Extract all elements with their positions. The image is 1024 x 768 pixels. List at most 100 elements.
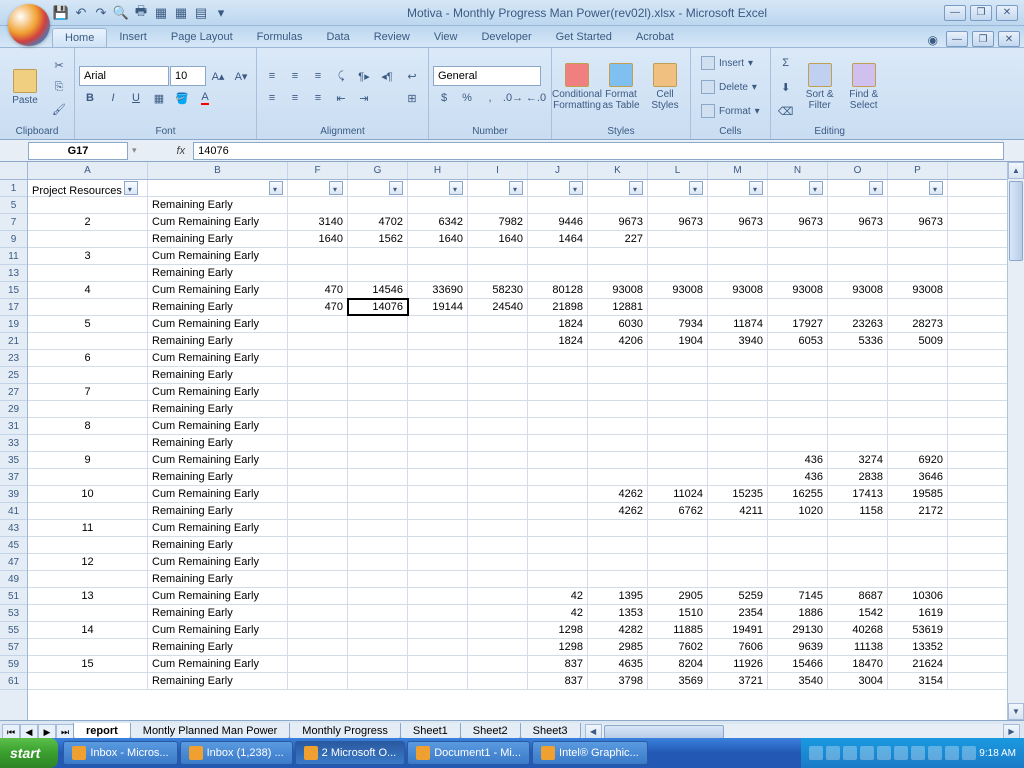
cell[interactable] <box>348 248 408 264</box>
name-box[interactable] <box>28 142 128 160</box>
cell[interactable] <box>768 520 828 536</box>
align-right-icon[interactable]: ≡ <box>307 88 329 108</box>
cell[interactable]: 1020 <box>768 503 828 519</box>
font-size-input[interactable] <box>170 66 206 86</box>
cell[interactable]: Remaining Early <box>148 605 288 621</box>
format-as-table-button[interactable]: Format as Table <box>600 59 642 115</box>
scroll-up-button[interactable]: ▲ <box>1008 162 1024 179</box>
filter-dropdown-icon[interactable] <box>124 181 138 195</box>
cell[interactable]: 1562 <box>348 231 408 247</box>
cell[interactable]: 5336 <box>828 333 888 349</box>
cell[interactable] <box>288 622 348 638</box>
cell[interactable] <box>648 435 708 451</box>
cell[interactable] <box>768 571 828 587</box>
cell[interactable] <box>408 248 468 264</box>
italic-button[interactable]: I <box>102 88 124 108</box>
cell[interactable] <box>348 452 408 468</box>
cell[interactable] <box>648 248 708 264</box>
vertical-scrollbar[interactable]: ▲ ▼ <box>1007 162 1024 720</box>
cell[interactable] <box>348 265 408 281</box>
cell[interactable] <box>888 401 948 417</box>
cell[interactable]: 1640 <box>468 231 528 247</box>
cell[interactable] <box>588 265 648 281</box>
cell[interactable] <box>828 350 888 366</box>
cell[interactable]: Cum Remaining Early <box>148 384 288 400</box>
cell[interactable] <box>768 401 828 417</box>
cell[interactable]: Cum Remaining Early <box>148 316 288 332</box>
cell[interactable] <box>468 622 528 638</box>
cell[interactable] <box>708 452 768 468</box>
cell[interactable] <box>408 537 468 553</box>
cell[interactable]: 11926 <box>708 656 768 672</box>
cell[interactable]: 1298 <box>528 639 588 655</box>
tray-icon[interactable] <box>860 746 874 760</box>
cell[interactable] <box>288 673 348 689</box>
tray-icon[interactable] <box>962 746 976 760</box>
cell[interactable] <box>708 231 768 247</box>
comma-icon[interactable]: , <box>479 88 501 108</box>
cell[interactable]: 28273 <box>888 316 948 332</box>
tray-icon[interactable] <box>843 746 857 760</box>
cell[interactable] <box>888 248 948 264</box>
cell[interactable] <box>648 520 708 536</box>
cell[interactable] <box>708 180 768 196</box>
cell[interactable]: 470 <box>288 299 348 315</box>
cell[interactable] <box>288 248 348 264</box>
row-header[interactable]: 19 <box>0 316 27 333</box>
cell[interactable]: 7934 <box>648 316 708 332</box>
cell[interactable]: Cum Remaining Early <box>148 588 288 604</box>
cell[interactable]: 21624 <box>888 656 948 672</box>
cell[interactable]: 9673 <box>648 214 708 230</box>
row-header[interactable]: 31 <box>0 418 27 435</box>
rtl-icon[interactable]: ◂¶ <box>376 66 398 86</box>
cell[interactable] <box>348 605 408 621</box>
taskbar-item[interactable]: Inbox (1,238) ... <box>180 741 293 765</box>
cell[interactable] <box>408 316 468 332</box>
font-name-input[interactable] <box>79 66 169 86</box>
cell[interactable] <box>528 520 588 536</box>
underline-button[interactable]: U <box>125 88 147 108</box>
cell[interactable] <box>828 435 888 451</box>
cell[interactable] <box>468 656 528 672</box>
worksheet-grid[interactable]: 1579111315171921232527293133353739414345… <box>0 162 1024 720</box>
cell[interactable] <box>528 180 588 196</box>
cell[interactable]: 4211 <box>708 503 768 519</box>
cell[interactable] <box>768 418 828 434</box>
cut-icon[interactable]: ✂ <box>48 55 70 75</box>
ribbon-tab-view[interactable]: View <box>422 28 470 47</box>
cell[interactable] <box>888 265 948 281</box>
cell[interactable] <box>468 605 528 621</box>
cell[interactable]: 11138 <box>828 639 888 655</box>
cell[interactable] <box>528 503 588 519</box>
cell[interactable] <box>348 418 408 434</box>
cell[interactable]: 1158 <box>828 503 888 519</box>
row-header[interactable]: 21 <box>0 333 27 350</box>
cell[interactable] <box>408 520 468 536</box>
cell[interactable]: 29130 <box>768 622 828 638</box>
cell[interactable]: 6342 <box>408 214 468 230</box>
maximize-button[interactable]: ❐ <box>970 5 992 21</box>
cell[interactable]: 8204 <box>648 656 708 672</box>
cell[interactable] <box>288 197 348 213</box>
row-header[interactable]: 1 <box>0 180 27 197</box>
ltr-icon[interactable]: ¶▸ <box>353 66 375 86</box>
vscroll-thumb[interactable] <box>1009 181 1023 261</box>
cell[interactable] <box>588 452 648 468</box>
cell[interactable] <box>648 299 708 315</box>
cell[interactable] <box>348 435 408 451</box>
clock[interactable]: 9:18 AM <box>979 748 1016 759</box>
cell[interactable] <box>468 180 528 196</box>
cell[interactable] <box>828 554 888 570</box>
cell[interactable] <box>828 537 888 553</box>
cell[interactable] <box>888 197 948 213</box>
cell[interactable] <box>288 520 348 536</box>
cell[interactable] <box>408 418 468 434</box>
cell[interactable]: 1904 <box>648 333 708 349</box>
qat-more-icon[interactable]: ▾ <box>212 4 230 22</box>
cell[interactable] <box>468 401 528 417</box>
filter-dropdown-icon[interactable] <box>509 181 523 195</box>
cell[interactable]: 6762 <box>648 503 708 519</box>
cell[interactable]: 7602 <box>648 639 708 655</box>
cell[interactable] <box>708 367 768 383</box>
cell[interactable] <box>408 452 468 468</box>
